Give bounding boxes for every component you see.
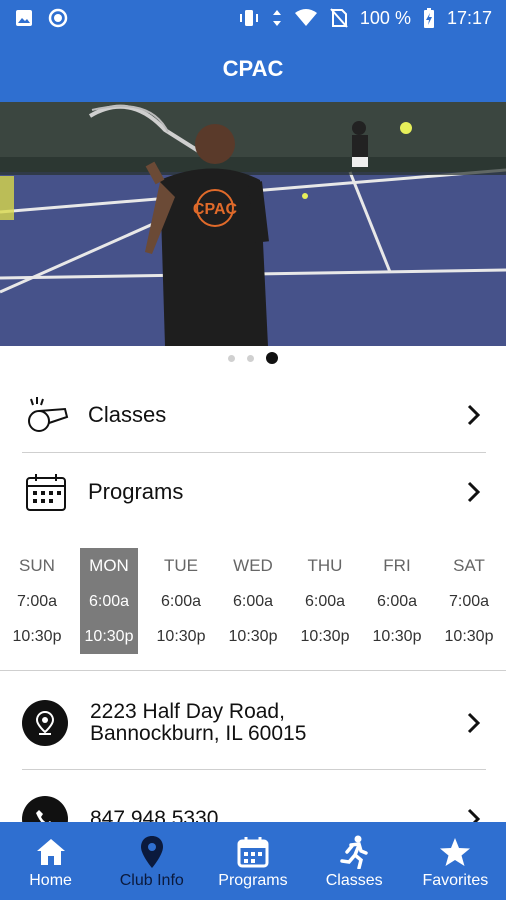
close-time: 10:30p bbox=[84, 627, 134, 645]
location-pin-icon bbox=[22, 699, 68, 746]
runner-icon bbox=[340, 835, 368, 869]
app-title: CPAC bbox=[222, 56, 284, 81]
bottom-nav: Home Club Info Programs Classes Favorite… bbox=[0, 822, 506, 900]
day-name: WED bbox=[233, 556, 273, 576]
whistle-icon bbox=[22, 391, 70, 439]
day-name: THU bbox=[307, 556, 343, 576]
clock: 17:17 bbox=[446, 7, 492, 28]
hours-day-sun: SUN 7:00a 10:30p bbox=[8, 548, 66, 654]
day-name: SUN bbox=[19, 556, 55, 576]
divider bbox=[0, 670, 506, 671]
data-arrows-icon bbox=[272, 10, 281, 26]
vibrate-icon bbox=[239, 10, 258, 26]
classes-row[interactable]: Classes bbox=[22, 377, 486, 453]
nav-label: Club Info bbox=[119, 872, 184, 889]
programs-row[interactable]: Programs bbox=[22, 454, 486, 530]
carousel-dot[interactable] bbox=[247, 354, 254, 362]
wifi-icon bbox=[294, 9, 317, 26]
tennis-player-photo: CPAC bbox=[0, 102, 506, 346]
no-sim-icon bbox=[330, 8, 348, 28]
carousel-dot[interactable] bbox=[228, 354, 235, 362]
nav-favorites[interactable]: Favorites bbox=[405, 832, 505, 890]
day-name: SAT bbox=[453, 556, 485, 576]
classes-label: Classes bbox=[88, 401, 167, 427]
status-bar: 100 % 17:17 bbox=[0, 0, 506, 36]
nav-label: Home bbox=[29, 872, 72, 889]
app-bar: CPAC bbox=[0, 36, 506, 102]
hours-day-wed: WED 6:00a 10:30p bbox=[224, 548, 282, 654]
location-pin-icon bbox=[140, 836, 163, 868]
nav-home[interactable]: Home bbox=[1, 832, 101, 890]
day-name: TUE bbox=[164, 556, 198, 576]
nav-label: Favorites bbox=[422, 872, 489, 889]
nav-label: Programs bbox=[218, 872, 288, 889]
carousel-indicator bbox=[0, 352, 506, 364]
open-time: 6:00a bbox=[304, 592, 346, 610]
nav-programs[interactable]: Programs bbox=[203, 832, 303, 890]
close-time: 10:30p bbox=[300, 627, 350, 645]
close-time: 10:30p bbox=[156, 627, 206, 645]
hours-day-thu: THU 6:00a 10:30p bbox=[296, 548, 354, 654]
hero-carousel[interactable]: CPAC bbox=[0, 102, 506, 346]
close-time: 10:30p bbox=[372, 627, 422, 645]
day-name: FRI bbox=[383, 556, 411, 576]
nav-label: Classes bbox=[325, 872, 383, 889]
image-icon bbox=[16, 10, 32, 26]
close-time: 10:30p bbox=[444, 627, 494, 645]
address-line2: Bannockburn, IL 60015 bbox=[90, 721, 307, 745]
hours-day-mon: MON 6:00a 10:30p bbox=[80, 548, 138, 654]
open-time: 6:00a bbox=[232, 592, 274, 610]
calendar-icon bbox=[22, 468, 70, 516]
chevron-right-icon bbox=[467, 712, 481, 733]
battery-charging-icon bbox=[423, 8, 434, 28]
battery-percent: 100 % bbox=[359, 7, 411, 28]
home-icon bbox=[36, 839, 65, 865]
hours-day-sat: SAT 7:00a 10:30p bbox=[440, 548, 498, 654]
chevron-right-icon bbox=[467, 481, 481, 503]
open-time: 6:00a bbox=[88, 592, 130, 610]
hours-day-tue: TUE 6:00a 10:30p bbox=[152, 548, 210, 654]
close-time: 10:30p bbox=[12, 627, 62, 645]
nav-classes[interactable]: Classes bbox=[304, 832, 404, 890]
open-time: 7:00a bbox=[16, 592, 58, 610]
open-time: 7:00a bbox=[448, 592, 490, 610]
carousel-dot-active[interactable] bbox=[266, 352, 278, 364]
close-time: 10:30p bbox=[228, 627, 278, 645]
day-name: MON bbox=[89, 556, 129, 576]
hours-grid: SUN 7:00a 10:30p MON 6:00a 10:30p TUE 6:… bbox=[8, 548, 498, 654]
address-row[interactable]: 2223 Half Day Road, Bannockburn, IL 6001… bbox=[22, 676, 486, 770]
circle-icon bbox=[48, 8, 68, 28]
programs-label: Programs bbox=[88, 479, 184, 504]
open-time: 6:00a bbox=[160, 592, 202, 610]
open-time: 6:00a bbox=[376, 592, 418, 610]
address-line1: 2223 Half Day Road, bbox=[90, 699, 285, 723]
calendar-icon bbox=[237, 837, 269, 868]
address-text: 2223 Half Day Road, Bannockburn, IL 6001… bbox=[90, 699, 307, 745]
nav-club-info[interactable]: Club Info bbox=[102, 832, 202, 890]
star-icon bbox=[440, 838, 471, 866]
hours-day-fri: FRI 6:00a 10:30p bbox=[368, 548, 426, 654]
chevron-right-icon bbox=[467, 404, 481, 425]
